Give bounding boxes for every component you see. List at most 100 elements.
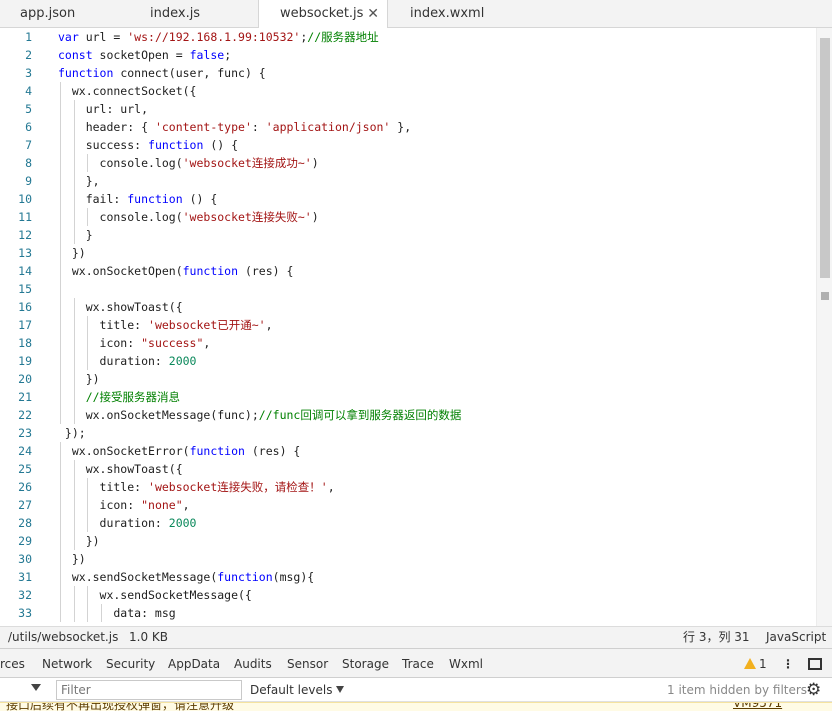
tab-app-json[interactable]: app.json bbox=[0, 0, 128, 28]
code-line: wx.connectSocket({ bbox=[58, 82, 816, 100]
warning-counter[interactable]: 1 bbox=[744, 649, 767, 679]
code-token: data: msg bbox=[58, 606, 176, 620]
code-line: function connect(user, func) { bbox=[58, 64, 816, 82]
tab-wxml[interactable]: Wxml bbox=[449, 649, 483, 679]
indent-guide bbox=[60, 334, 61, 352]
tab-storage[interactable]: Storage bbox=[342, 649, 389, 679]
line-number: 3 bbox=[25, 66, 32, 80]
code-token: , bbox=[327, 480, 335, 494]
line-number: 20 bbox=[18, 372, 32, 386]
code-line: wx.showToast({ bbox=[58, 460, 816, 478]
line-number: 22 bbox=[18, 408, 32, 422]
line-number: 10 bbox=[18, 192, 32, 206]
tab-audits[interactable]: Audits bbox=[234, 649, 272, 679]
more-options-icon[interactable]: ⋮ bbox=[782, 649, 794, 679]
code-line: header: { 'content-type': 'application/j… bbox=[58, 118, 816, 136]
language-mode[interactable]: JavaScript bbox=[766, 627, 826, 648]
code-line: }); bbox=[58, 424, 816, 442]
line-number: 18 bbox=[18, 336, 32, 350]
indent-guide bbox=[60, 388, 61, 406]
code-token: 'websocket连接失败~' bbox=[182, 210, 312, 224]
code-token: }) bbox=[58, 246, 86, 260]
tab-sensor[interactable]: Sensor bbox=[287, 649, 328, 679]
tab-appdata[interactable]: AppData bbox=[168, 649, 220, 679]
indent-guide bbox=[87, 478, 88, 496]
context-dropdown-icon[interactable] bbox=[31, 684, 41, 691]
code-token: function bbox=[148, 138, 204, 152]
tab-network[interactable]: Network bbox=[42, 649, 92, 679]
line-number: 24 bbox=[18, 444, 32, 458]
code-token: function bbox=[127, 192, 183, 206]
code-token: (msg){ bbox=[272, 570, 315, 584]
status-bar: /utils/websocket.js 1.0 KB 行 3，列 31 Java… bbox=[0, 626, 832, 648]
code-token: 'websocket连接成功~' bbox=[182, 156, 312, 170]
indent-guide bbox=[73, 208, 75, 226]
code-line: }) bbox=[58, 532, 816, 550]
indent-guide bbox=[73, 154, 75, 172]
code-editor[interactable]: 1 2 3 4 5 6 7 8 9 10 11 12 13 14 15 16 17 18 19 20 21 22 23 24 2… bbox=[0, 28, 832, 626]
scrollbar-thumb[interactable] bbox=[820, 38, 830, 278]
indent-guide bbox=[87, 208, 88, 226]
code-line: console.log('websocket连接失败~') bbox=[58, 208, 816, 226]
line-number: 26 bbox=[18, 480, 32, 494]
code-area[interactable]: var url = 'ws://192.168.1.99:10532'; //服务… bbox=[58, 28, 816, 626]
code-token: socketOpen = bbox=[92, 48, 190, 62]
source-link[interactable]: VM9571 bbox=[733, 703, 782, 710]
code-token: (res) { bbox=[244, 444, 301, 458]
code-token: wx.onSocketError( bbox=[58, 444, 190, 458]
tab-trace[interactable]: Trace bbox=[402, 649, 434, 679]
log-levels-dropdown[interactable]: Default levels bbox=[250, 678, 345, 702]
tab-index-wxml[interactable]: index.wxml bbox=[388, 0, 518, 28]
line-number: 29 bbox=[18, 534, 32, 548]
indent-guide bbox=[100, 604, 102, 622]
code-line: }) bbox=[58, 550, 816, 568]
indent-guide bbox=[73, 100, 75, 118]
indent-guide bbox=[60, 298, 61, 316]
line-number: 7 bbox=[25, 138, 32, 152]
line-number: 27 bbox=[18, 498, 32, 512]
code-token: ; bbox=[224, 48, 232, 62]
code-line: success: function () { bbox=[58, 136, 816, 154]
vertical-scrollbar[interactable] bbox=[816, 28, 832, 626]
indent-guide bbox=[73, 136, 75, 154]
chevron-down-icon bbox=[336, 686, 345, 693]
code-token: wx.sendSocketMessage( bbox=[58, 570, 218, 584]
console-toolbar: Default levels 1 item hidden by filters … bbox=[0, 678, 832, 702]
code-token: 2000 bbox=[168, 516, 197, 530]
indent-guide bbox=[73, 298, 75, 316]
gear-icon[interactable]: ⚙ bbox=[806, 680, 821, 700]
indent-guide bbox=[73, 514, 75, 532]
code-line: wx.sendSocketMessage(function(msg){ bbox=[58, 568, 816, 586]
code-token: false bbox=[189, 48, 225, 62]
code-token: , bbox=[182, 498, 190, 512]
indent-guide bbox=[73, 316, 75, 334]
code-token: }) bbox=[58, 372, 100, 386]
code-token: ) bbox=[311, 156, 319, 170]
log-levels-label: Default levels bbox=[250, 683, 333, 697]
code-token: //func回调可以拿到服务器返回的数据 bbox=[258, 408, 462, 422]
tab-security[interactable]: Security bbox=[106, 649, 155, 679]
line-number: 12 bbox=[18, 228, 32, 242]
indent-guide bbox=[73, 460, 75, 478]
code-token: 'websocket连接失败，请检查！' bbox=[148, 480, 328, 494]
code-token: function bbox=[58, 66, 114, 80]
code-token: icon: bbox=[58, 336, 142, 350]
line-number: 33 bbox=[18, 606, 32, 620]
close-icon[interactable]: ✕ bbox=[367, 0, 379, 28]
tab-websocket-js[interactable]: websocket.js ✕ bbox=[258, 0, 388, 29]
dock-side-icon[interactable] bbox=[808, 658, 822, 670]
code-token: "none" bbox=[141, 498, 183, 512]
tab-sources[interactable]: rces bbox=[0, 649, 25, 679]
console-filter-input[interactable] bbox=[56, 680, 242, 700]
indent-guide bbox=[60, 532, 61, 550]
indent-guide bbox=[60, 316, 61, 334]
code-token: wx.showToast({ bbox=[58, 300, 183, 314]
file-size: 1.0 KB bbox=[129, 630, 168, 644]
indent-guide bbox=[60, 172, 61, 190]
code-line: }) bbox=[58, 244, 816, 262]
indent-guide bbox=[60, 136, 61, 154]
tab-index-js[interactable]: index.js bbox=[128, 0, 258, 28]
line-number: 5 bbox=[25, 102, 32, 116]
cursor-position[interactable]: 行 3，列 31 bbox=[683, 627, 750, 648]
